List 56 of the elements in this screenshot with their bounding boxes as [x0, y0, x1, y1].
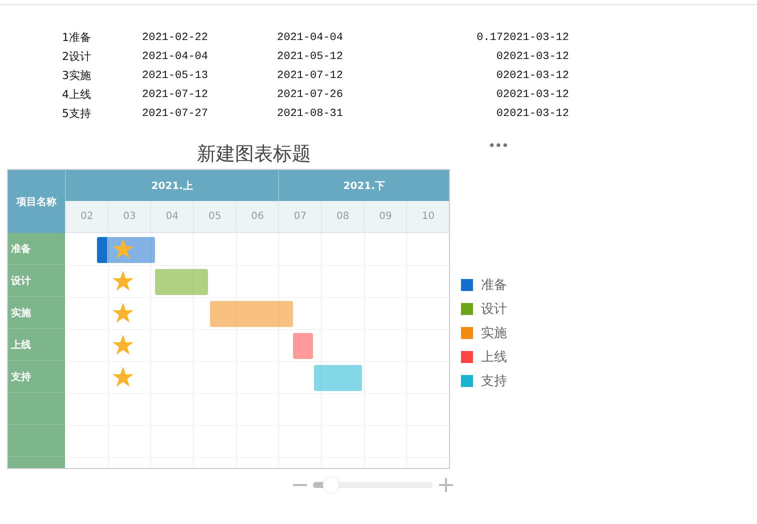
progress-value: 0 [495, 88, 503, 100]
start-date: 2021-07-12 [142, 88, 210, 100]
legend-label[interactable]: 上线 [481, 348, 507, 366]
row-label: 上线 [8, 329, 65, 361]
end-date: 2021-08-31 [277, 108, 344, 120]
month-header: 06 [236, 201, 278, 232]
row-label: 实施 [8, 297, 65, 329]
column-header: 项目名称 [8, 170, 65, 233]
row-label: 准备 [8, 233, 65, 265]
row-label: 设计 [8, 265, 65, 297]
month-header: 10 [406, 201, 449, 232]
baseline-date: 2021-03-12 [503, 70, 570, 82]
month-header: 02 [65, 201, 108, 232]
baseline-date: 2021-03-12 [503, 32, 570, 44]
more-menu[interactable]: ••• [488, 139, 508, 154]
progress-value: 0 [495, 70, 503, 82]
task-name: 1准备 [62, 30, 92, 45]
month-header: 04 [150, 201, 194, 232]
legend-label[interactable]: 实施 [481, 324, 507, 342]
progress-value: 0 [495, 108, 503, 120]
start-date: 2021-05-13 [142, 70, 210, 82]
end-date: 2021-07-26 [277, 88, 344, 100]
task-name: 4上线 [62, 87, 92, 102]
baseline-date: 2021-03-12 [503, 88, 570, 100]
plus-icon[interactable] [439, 478, 453, 492]
month-header: 07 [278, 201, 322, 232]
start-date: 2021-02-22 [142, 32, 210, 44]
star-icon [112, 302, 134, 324]
month-header: 03 [108, 201, 150, 232]
task-name: 2设计 [62, 49, 92, 64]
star-icon [112, 334, 134, 356]
star-icon [112, 366, 134, 388]
month-header: 08 [321, 201, 364, 232]
baseline-date: 2021-03-12 [503, 108, 570, 120]
legend-label[interactable]: 支持 [481, 372, 507, 390]
baseline-date: 2021-03-12 [503, 50, 570, 62]
month-header: 09 [364, 201, 406, 232]
chart-title: 新建图表标题 [197, 142, 311, 167]
month-header: 05 [193, 201, 236, 232]
start-date: 2021-07-27 [142, 108, 210, 120]
progress-value: 0 [495, 50, 503, 62]
row-label: 支持 [8, 361, 65, 393]
progress-value: 0.17 [476, 32, 503, 44]
star-icon [112, 270, 134, 292]
task-bar[interactable] [154, 269, 208, 295]
task-bar[interactable] [97, 237, 155, 263]
task-name: 3实施 [62, 68, 92, 83]
start-date: 2021-04-04 [142, 50, 210, 62]
end-date: 2021-04-04 [277, 32, 344, 44]
task-name: 5支持 [62, 106, 92, 121]
zoom-slider[interactable] [313, 476, 433, 494]
end-date: 2021-05-12 [277, 50, 344, 62]
legend-label[interactable]: 设计 [481, 300, 507, 318]
star-icon [112, 238, 134, 260]
end-date: 2021-07-12 [277, 70, 344, 82]
legend-label[interactable]: 准备 [481, 276, 507, 294]
